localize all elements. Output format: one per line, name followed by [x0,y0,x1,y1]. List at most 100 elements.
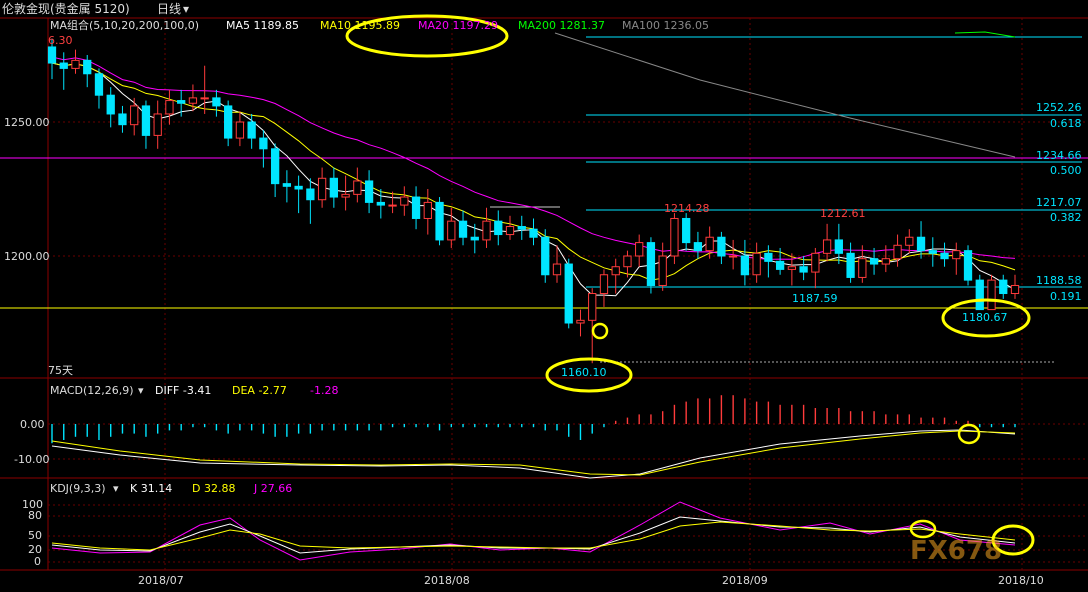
kdj-axis-label: 50 [28,529,42,542]
candle-body [353,180,362,195]
candle-body [834,239,843,254]
candle-body [247,121,256,139]
kdj-j: J 27.66 [254,482,293,495]
fib-ratio: 0.500 [1050,164,1082,177]
candlestick-chart[interactable] [0,0,1088,592]
watermark-logo: FX678 [910,536,1003,566]
candle-body [94,73,104,96]
candle-body [400,196,409,206]
macd-axis-label: -10.00 [14,453,50,466]
candle-body [235,121,245,139]
candle-body [905,236,914,246]
candle-body [564,263,573,324]
candle-body [447,220,456,241]
candle-body [188,97,198,104]
candle-body [200,97,209,100]
top-left-value: 6.30 [48,34,73,47]
kdj-axis-label: 80 [28,509,42,522]
candle-body [541,236,550,276]
candle-body [259,137,268,150]
candle-body [729,255,738,258]
chevron-down-icon[interactable]: ▾ [138,384,144,398]
candle-body [588,293,597,321]
ma-legend-name[interactable]: MA组合(5,10,20,200,100,0) [50,19,199,33]
candle-body [165,100,174,115]
kdj-axis-label: 0 [34,555,41,568]
candle-body [717,236,726,257]
low-annotation: 1187.59 [792,292,838,305]
candle-body [752,252,761,276]
candle-body [423,201,432,219]
candle-body [212,97,221,107]
instrument-title: 伦敦金现(贵金属 5120) [2,2,130,16]
candle-body [999,279,1008,295]
candle-body [470,236,479,241]
price-axis-label: 1250.00 [4,116,50,129]
low-annotation: 1180.67 [962,311,1008,324]
candle-body [682,217,691,244]
candle-body [811,252,820,273]
fib-price: 1217.07 [1036,196,1082,209]
candle-body [494,220,503,236]
ma200-label: MA200 1281.37 [518,19,605,32]
candle-body [153,113,162,136]
candle-body [317,177,327,201]
candle-body [1010,284,1020,295]
chevron-down-icon[interactable]: ▾ [113,482,119,496]
candle-body [106,94,115,115]
low-annotation: 1160.10 [561,366,607,379]
candle-body [623,255,632,268]
kdj-d: D 32.88 [192,482,236,495]
candle-body [177,100,186,104]
candle-body [799,266,808,273]
fib-ratio: 0.191 [1050,290,1082,303]
macd-name[interactable]: MACD(12,26,9) [50,384,134,398]
kdj-name[interactable]: KDJ(9,3,3) [50,482,106,496]
ma10-label: MA10 1195.89 [320,19,400,32]
candle-body [940,252,949,260]
fib-price: 1234.66 [1036,149,1082,162]
candle-body [928,250,937,254]
candle-body [611,266,620,276]
chevron-down-icon[interactable]: ▾ [183,0,189,18]
candle-body [47,46,57,64]
candle-body [517,226,526,230]
candle-body [294,185,303,190]
macd-axis-label: 0.00 [20,418,45,431]
candle-body [505,226,515,236]
candle-body [693,242,703,252]
days-label: 75天 [48,364,73,377]
macd-diff: DIFF -3.41 [155,384,212,397]
ma20-label: MA20 1197.29 [418,19,498,32]
time-axis-label: 2018/07 [138,574,184,587]
candle-body [306,188,315,201]
candle-body [775,260,785,270]
candle-body [83,59,92,75]
candle-body [658,255,667,286]
candle-body [59,62,68,69]
macd-dea: DEA -2.77 [232,384,287,397]
time-axis-label: 2018/10 [998,574,1044,587]
candle-body [71,59,80,69]
candle-body [282,183,292,187]
price-axis-label: 1200.00 [4,250,50,263]
candle-body [975,279,984,311]
candle-body [376,201,385,206]
period-selector[interactable]: 日线 [157,0,181,18]
candle-body [952,250,961,260]
candle-body [141,105,151,136]
candle-body [270,148,280,185]
candle-body [552,263,562,276]
candle-body [576,319,585,324]
title-bar: 伦敦金现(贵金属 5120) 日线 ▾ [0,0,1088,18]
candle-body [916,236,926,252]
fib-price: 1188.58 [1036,274,1082,287]
candle-body [822,239,832,254]
candle-body [130,105,139,126]
candle-body [705,236,714,252]
fib-ratio: 0.618 [1050,117,1082,130]
kdj-k: K 31.14 [130,482,173,495]
candle-body [893,244,902,260]
candle-body [388,204,397,207]
candle-body [118,113,127,126]
